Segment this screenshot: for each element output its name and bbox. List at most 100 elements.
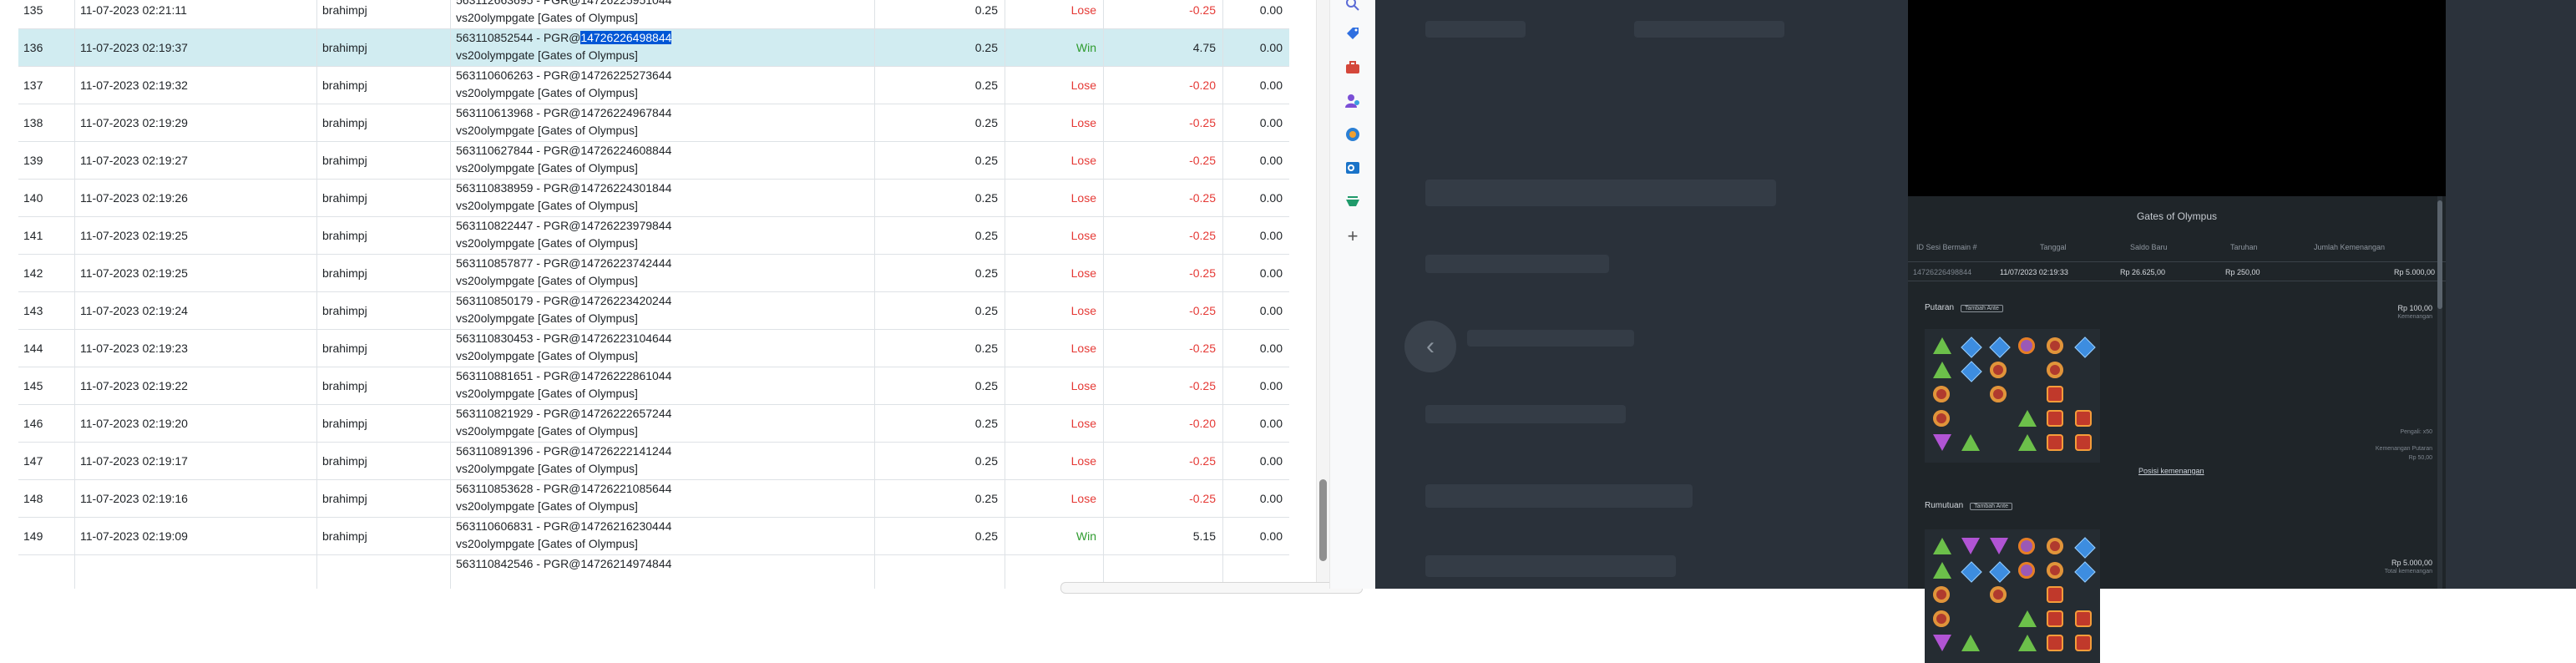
round-id[interactable]: 563110881651 - PGR@14726222861044	[456, 369, 671, 382]
cell-date	[75, 555, 317, 589]
row-winloss: -0.20	[1189, 417, 1216, 430]
win-position-link[interactable]: Posisi kemenangan	[2138, 467, 2204, 475]
scrollbar-thumb[interactable]	[1319, 479, 1327, 561]
status-text: Lose	[1070, 78, 1096, 92]
game-round-panel: Gates of Olympus ID Sesi Bermain # Tangg…	[1908, 0, 2446, 663]
row-number: 140	[23, 191, 43, 205]
row-balance: 0.00	[1259, 41, 1283, 54]
cell-bet: 0.25	[875, 255, 1005, 291]
table-row[interactable]: 143 11-07-2023 02:19:24 brahimpj 5631108…	[18, 292, 1289, 330]
round-id[interactable]: 563110606831 - PGR@14726216230444	[456, 519, 671, 533]
cell-date: 11-07-2023 02:19:32	[75, 67, 317, 104]
cell-winloss: -0.25	[1104, 142, 1223, 179]
cell-bet: 0.25	[875, 142, 1005, 179]
panel-scrollbar[interactable]	[2437, 196, 2442, 589]
row-winloss: -0.25	[1189, 191, 1216, 205]
table-row[interactable]: 136 11-07-2023 02:19:37 brahimpj 5631108…	[18, 29, 1289, 67]
round-id[interactable]: 563112663695 - PGR@14726225951044	[456, 0, 671, 7]
round-id[interactable]: 563110822447 - PGR@14726223979844	[456, 219, 671, 232]
cell-balance: 0.00	[1223, 180, 1289, 216]
cell-number: 144	[18, 330, 75, 367]
row-balance: 0.00	[1259, 417, 1283, 430]
cell-winloss: -0.25	[1104, 367, 1223, 404]
game-video-area	[1908, 0, 2446, 196]
cell-description: 563110838959 - PGR@14726224301844 vs20oly…	[451, 180, 875, 216]
back-arrow-icon[interactable]: ‹	[1404, 321, 1456, 372]
cell-date: 11-07-2023 02:19:24	[75, 292, 317, 329]
cell-winloss: -0.20	[1104, 67, 1223, 104]
row-bet: 0.25	[974, 492, 998, 505]
table-row[interactable]: 149 11-07-2023 02:19:09 brahimpj 5631106…	[18, 518, 1289, 555]
table-row[interactable]: 144 11-07-2023 02:19:23 brahimpj 5631108…	[18, 330, 1289, 367]
round-id[interactable]: 563110606263 - PGR@14726225273644	[456, 68, 671, 82]
bottom-tab[interactable]	[1060, 582, 1363, 594]
table-row[interactable]: 137 11-07-2023 02:19:32 brahimpj 5631106…	[18, 67, 1289, 104]
add-icon[interactable]: +	[1342, 225, 1364, 247]
status-text: Lose	[1070, 342, 1096, 355]
row-date: 11-07-2023 02:19:27	[80, 154, 188, 167]
table-row[interactable]: 140 11-07-2023 02:19:26 brahimpj 5631108…	[18, 180, 1289, 217]
row-date: 11-07-2023 02:19:32	[80, 78, 188, 92]
spin-amount-label: Kemenangan	[2397, 314, 2432, 320]
row-user: brahimpj	[322, 78, 367, 92]
round-id[interactable]: 563110627844 - PGR@14726224608844	[456, 144, 671, 157]
row-balance: 0.00	[1259, 78, 1283, 92]
row-date: 11-07-2023 02:19:23	[80, 342, 188, 355]
row-date: 11-07-2023 02:19:37	[80, 41, 188, 54]
office-icon[interactable]	[1342, 124, 1364, 145]
table-row[interactable]: 148 11-07-2023 02:19:16 brahimpj 5631108…	[18, 480, 1289, 518]
round-id[interactable]: 563110853628 - PGR@14726221085644	[456, 482, 671, 495]
table-row[interactable]: 138 11-07-2023 02:19:29 brahimpj 5631106…	[18, 104, 1289, 142]
row-date: 11-07-2023 02:19:20	[80, 417, 188, 430]
round-id[interactable]: 563110852544 - PGR@14726226498844	[456, 31, 672, 44]
table-row[interactable]: 145 11-07-2023 02:19:22 brahimpj 5631108…	[18, 367, 1289, 405]
panel-scrollbar-thumb[interactable]	[2437, 200, 2442, 309]
table-row[interactable]: 146 11-07-2023 02:19:20 brahimpj 5631108…	[18, 405, 1289, 443]
symbol-icon	[1933, 362, 1951, 380]
row-date: 11-07-2023 02:21:11	[80, 3, 187, 17]
symbol-icon	[1933, 635, 1951, 653]
cell-description: 563110627844 - PGR@14726224608844 vs20oly…	[451, 142, 875, 179]
table-row[interactable]: 142 11-07-2023 02:19:25 brahimpj 5631108…	[18, 255, 1289, 292]
row-bet: 0.25	[974, 3, 998, 17]
row-date: 11-07-2023 02:19:29	[80, 116, 188, 129]
symbol-icon	[2047, 434, 2065, 453]
cell-description: 563110606263 - PGR@14726225273644 vs20oly…	[451, 67, 875, 104]
table-scrollbar[interactable]	[1316, 0, 1329, 589]
tag-icon[interactable]	[1342, 23, 1364, 45]
bet-history-panel: 135 11-07-2023 02:21:11 brahimpj 5631126…	[0, 0, 1329, 589]
selected-text[interactable]: 14726226498844	[580, 31, 672, 44]
round-id[interactable]: 563110830453 - PGR@14726223104644	[456, 332, 671, 345]
cell-date: 11-07-2023 02:19:20	[75, 405, 317, 442]
chart-icon[interactable]	[1342, 190, 1364, 212]
outlook-icon[interactable]	[1342, 157, 1364, 179]
row-number: 148	[23, 492, 43, 505]
cell-number: 143	[18, 292, 75, 329]
table-row[interactable]: 139 11-07-2023 02:19:27 brahimpj 5631106…	[18, 142, 1289, 180]
search-icon[interactable]	[1342, 0, 1364, 15]
row-winloss: -0.25	[1189, 492, 1216, 505]
game-name: vs20olympgate [Gates of Olympus]	[456, 462, 638, 475]
table-row[interactable]: 135 11-07-2023 02:21:11 brahimpj 5631126…	[18, 0, 1289, 29]
round-id[interactable]: 563110821929 - PGR@14726222657244	[456, 407, 671, 420]
person-icon[interactable]	[1342, 90, 1364, 112]
row-winloss: -0.25	[1189, 154, 1216, 167]
row-date: 11-07-2023 02:19:16	[80, 492, 188, 505]
cell-user: brahimpj	[317, 367, 451, 404]
round-id[interactable]: 563110838959 - PGR@14726224301844	[456, 181, 671, 195]
round-id[interactable]: 563110613968 - PGR@14726224967844	[456, 106, 671, 119]
cell-number	[18, 555, 75, 589]
table-row[interactable]: 147 11-07-2023 02:19:17 brahimpj 5631108…	[18, 443, 1289, 480]
round-id[interactable]: 563110842546 - PGR@14726214974844	[456, 557, 671, 570]
symbol-icon	[2018, 410, 2037, 428]
cell-balance: 0.00	[1223, 518, 1289, 554]
round-id[interactable]: 563110850179 - PGR@14726223420244	[456, 294, 671, 307]
cell-balance: 0.00	[1223, 104, 1289, 141]
row-user: brahimpj	[322, 454, 367, 468]
game-name: vs20olympgate [Gates of Olympus]	[456, 537, 638, 550]
symbol-icon	[1961, 361, 1982, 382]
round-id[interactable]: 563110891396 - PGR@14726222141244	[456, 444, 671, 458]
table-row[interactable]: 141 11-07-2023 02:19:25 brahimpj 5631108…	[18, 217, 1289, 255]
round-id[interactable]: 563110857877 - PGR@14726223742444	[456, 256, 671, 270]
briefcase-icon[interactable]	[1342, 57, 1364, 78]
